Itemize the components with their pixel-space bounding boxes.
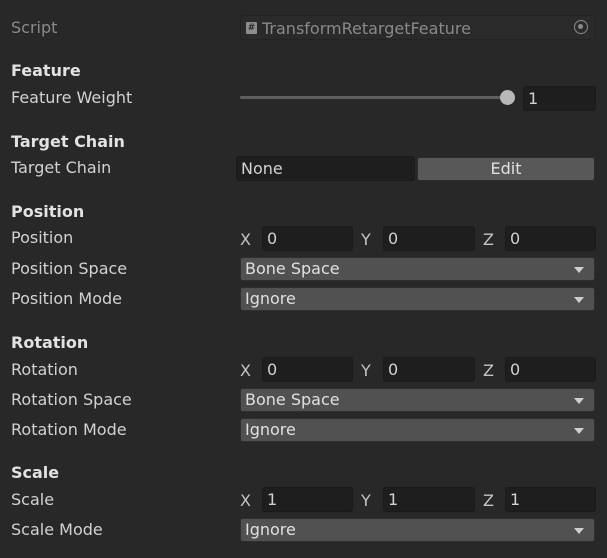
script-object-value: TransformRetargetFeature <box>262 19 471 38</box>
position-header: Position <box>11 202 85 221</box>
script-label: Script <box>11 18 58 37</box>
rotation-y-input[interactable]: 0 <box>383 357 475 382</box>
chevron-down-icon <box>574 267 584 273</box>
scale-header: Scale <box>11 463 60 482</box>
position-mode-dropdown[interactable]: Ignore <box>240 287 595 311</box>
chevron-down-icon <box>574 428 584 434</box>
rotation-mode-dropdown[interactable]: Ignore <box>240 418 595 442</box>
chevron-down-icon <box>574 297 584 303</box>
script-file-icon: # <box>246 22 257 34</box>
position-label: Position <box>11 228 74 247</box>
rotation-y-label: Y <box>361 361 371 380</box>
target-chain-header: Target Chain <box>11 132 125 151</box>
scale-z-input[interactable]: 1 <box>505 487 596 512</box>
scale-mode-label: Scale Mode <box>11 520 103 539</box>
rotation-z-input[interactable]: 0 <box>505 357 596 382</box>
position-space-label: Position Space <box>11 259 128 278</box>
target-chain-label: Target Chain <box>11 158 112 177</box>
feature-weight-slider-thumb[interactable] <box>500 90 515 105</box>
scale-x-input[interactable]: 1 <box>262 487 353 512</box>
rotation-space-value: Bone Space <box>245 390 340 409</box>
rotation-label: Rotation <box>11 360 78 379</box>
chevron-down-icon <box>574 398 584 404</box>
feature-weight-slider-track[interactable] <box>240 96 508 99</box>
scale-mode-dropdown[interactable]: Ignore <box>240 518 595 542</box>
position-mode-value: Ignore <box>245 289 296 308</box>
position-mode-label: Position Mode <box>11 289 122 308</box>
feature-header: Feature <box>11 61 81 80</box>
scale-y-label: Y <box>361 491 371 510</box>
position-x-label: X <box>240 230 251 249</box>
rotation-x-input[interactable]: 0 <box>262 357 353 382</box>
rotation-mode-value: Ignore <box>245 420 296 439</box>
rotation-mode-label: Rotation Mode <box>11 420 127 439</box>
rotation-header: Rotation <box>11 333 89 352</box>
rotation-space-label: Rotation Space <box>11 390 132 409</box>
rotation-space-dropdown[interactable]: Bone Space <box>240 388 595 412</box>
scale-label: Scale <box>11 490 55 509</box>
scale-z-label: Z <box>483 491 494 510</box>
rotation-x-label: X <box>240 361 251 380</box>
scale-y-input[interactable]: 1 <box>383 487 475 512</box>
scale-mode-value: Ignore <box>245 520 296 539</box>
target-chain-field[interactable]: None <box>236 156 415 181</box>
rotation-z-label: Z <box>483 361 494 380</box>
position-x-input[interactable]: 0 <box>262 226 353 251</box>
script-object-field[interactable]: # TransformRetargetFeature <box>240 15 595 40</box>
chevron-down-icon <box>574 528 584 534</box>
position-z-label: Z <box>483 230 494 249</box>
position-y-input[interactable]: 0 <box>383 226 475 251</box>
feature-weight-label: Feature Weight <box>11 88 133 107</box>
position-space-value: Bone Space <box>245 259 340 278</box>
scale-x-label: X <box>240 491 251 510</box>
position-z-input[interactable]: 0 <box>505 226 596 251</box>
position-y-label: Y <box>361 230 371 249</box>
object-picker-icon[interactable] <box>574 20 588 34</box>
edit-button[interactable]: Edit <box>417 157 595 181</box>
feature-weight-input[interactable]: 1 <box>523 86 596 111</box>
position-space-dropdown[interactable]: Bone Space <box>240 257 595 281</box>
